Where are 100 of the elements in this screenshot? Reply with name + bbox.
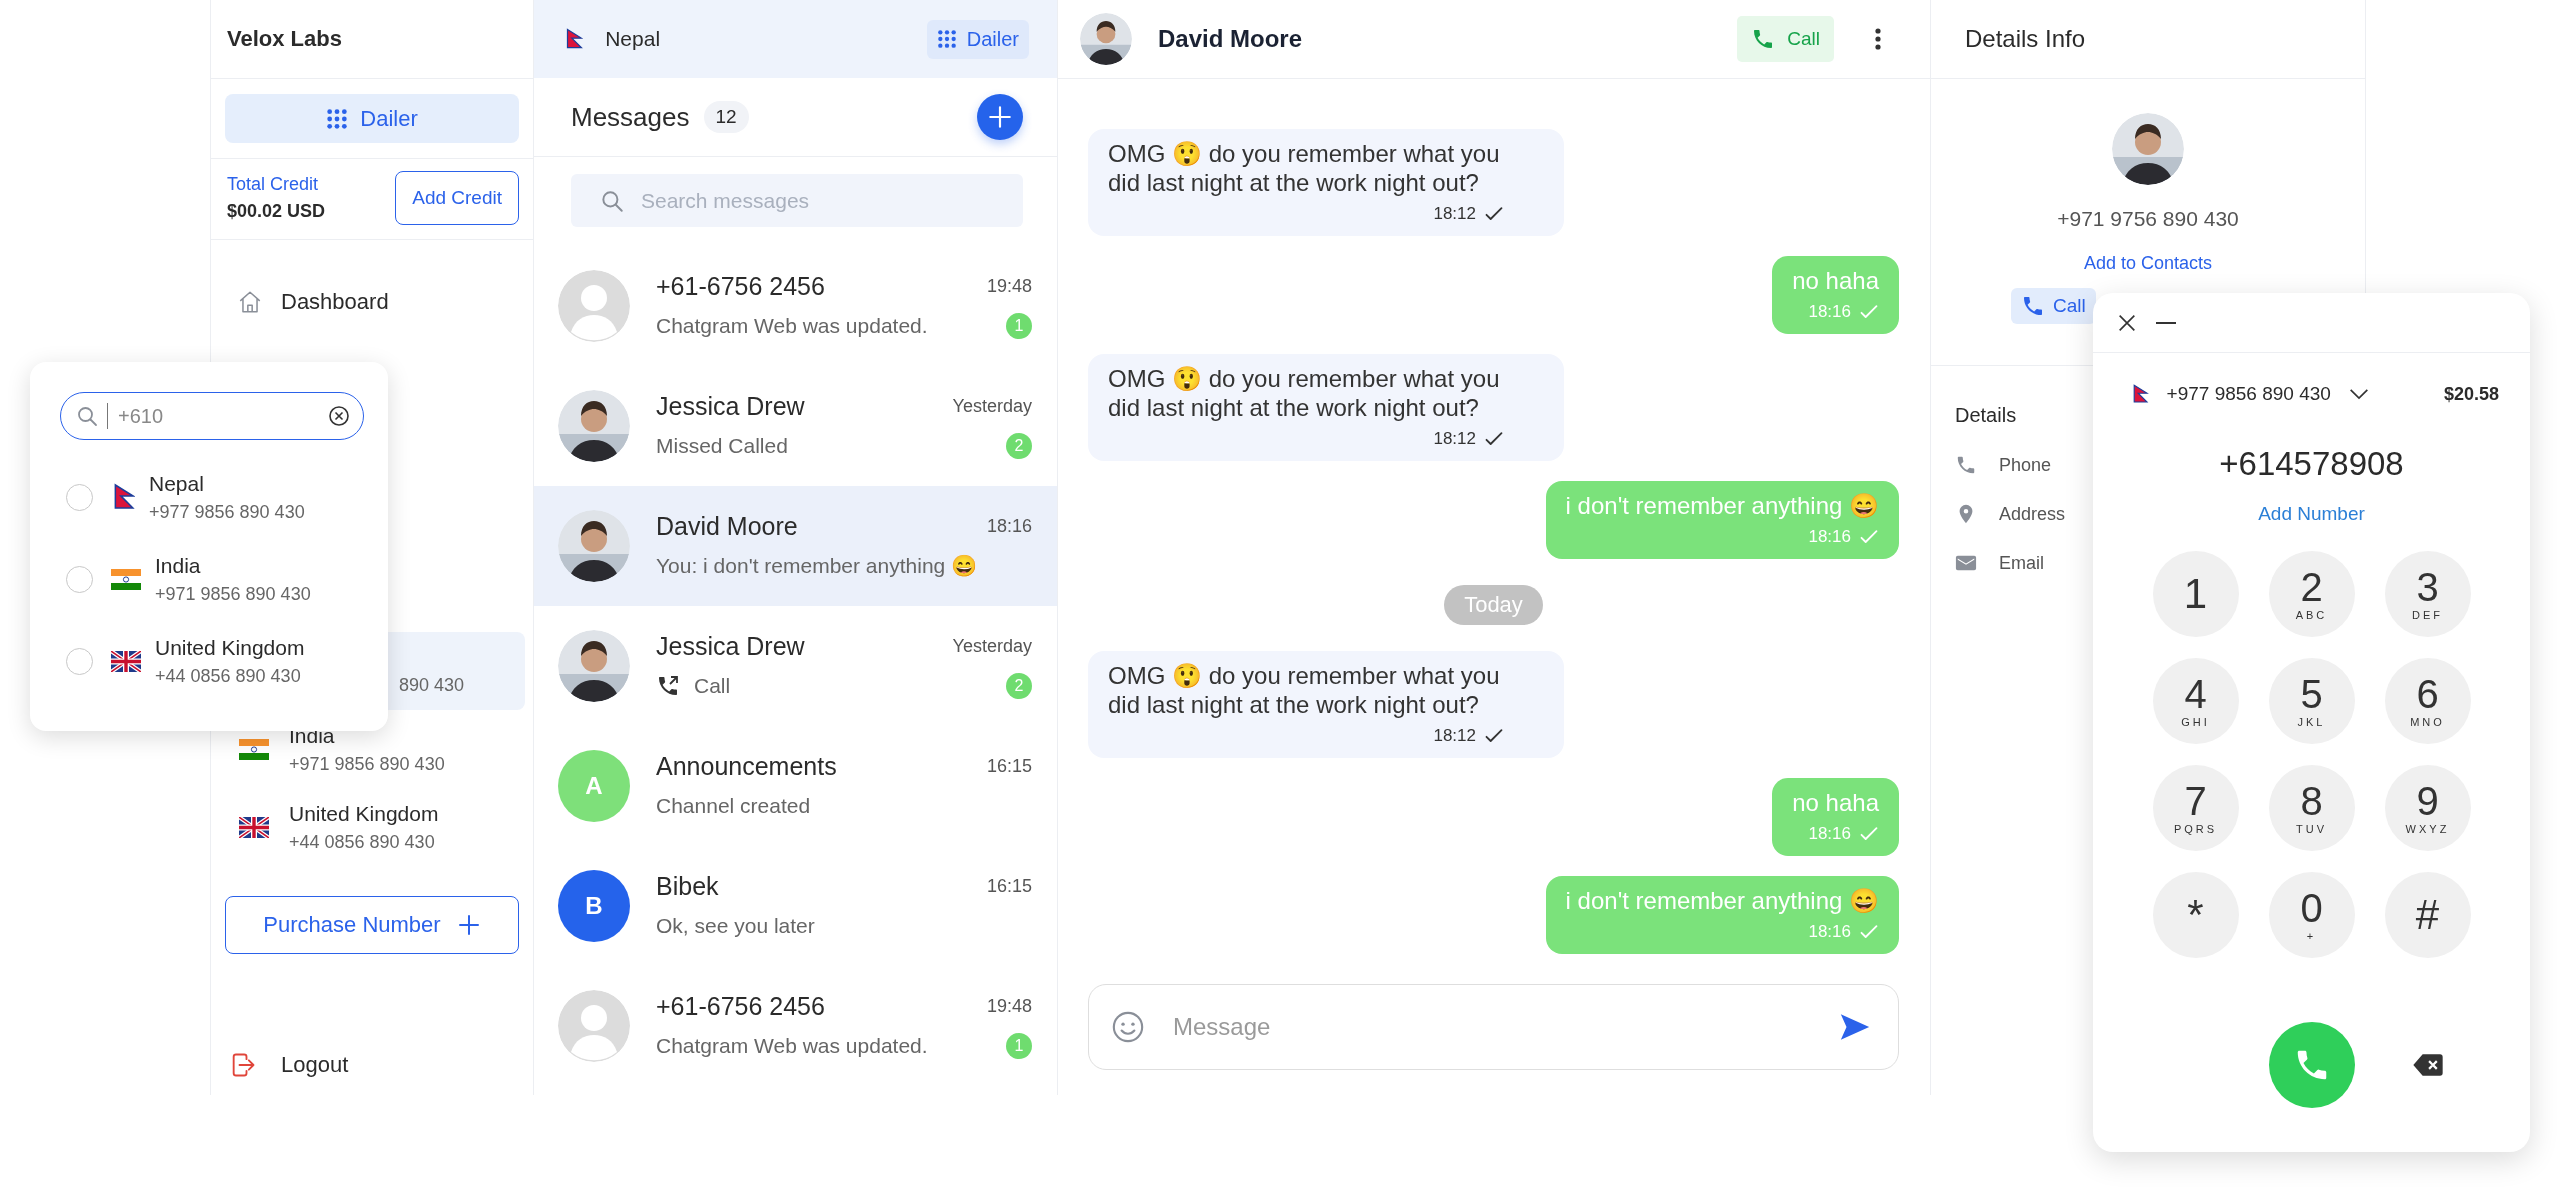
message-preview: Missed Called — [656, 434, 788, 458]
field-label: Address — [1999, 503, 2066, 525]
field-label: Email — [1999, 552, 2044, 574]
message-time: 18:16 — [1808, 526, 1851, 548]
nepal-flag-icon — [2131, 383, 2149, 405]
emoji-icon[interactable] — [1111, 1010, 1145, 1044]
number-item[interactable]: United Kingdom +44 0856 890 430 — [221, 788, 525, 866]
unread-badge: 1 — [1006, 313, 1032, 339]
dialer-button[interactable]: Dailer — [926, 19, 1029, 59]
india-flag-icon — [111, 568, 141, 590]
timestamp: 19:48 — [986, 995, 1032, 1017]
conversation-item[interactable]: +61-6756 2456 19:48 Chatgram Web was updated. 1 — [534, 966, 1057, 1086]
keypad-key[interactable]: 4 GHI — [2152, 658, 2239, 744]
avatar: B — [558, 870, 630, 942]
contact-name: Jessica Drew — [656, 391, 805, 421]
message-field[interactable]: Message — [1088, 984, 1899, 1070]
timestamp: 16:15 — [986, 755, 1032, 777]
call-button[interactable]: Call — [2011, 288, 2096, 324]
outgoing-call-icon — [656, 674, 680, 698]
conversation-item[interactable]: +61-6756 2456 19:48 Chatgram Web was updated. 1 — [534, 246, 1057, 366]
message-time: 18:16 — [1808, 301, 1851, 323]
add-credit-button[interactable]: Add Credit — [395, 171, 519, 225]
phone-number: +977 9856 890 430 — [149, 501, 305, 523]
phone-number: +971 9756 890 430 — [2057, 207, 2239, 231]
unread-badge: 1 — [1006, 1033, 1032, 1059]
dialpad-icon — [326, 107, 349, 130]
balance: $20.58 — [2443, 383, 2499, 405]
nav-item[interactable]: Dashboard — [237, 278, 533, 326]
more-icon[interactable] — [1874, 27, 1882, 51]
home-icon — [237, 289, 263, 315]
timestamp: 16:15 — [986, 875, 1032, 897]
date-divider: Today — [1444, 585, 1543, 625]
country-name: United Kingdom — [289, 801, 439, 826]
avatar: A — [558, 750, 630, 822]
brand-name: Velox Labs — [227, 26, 342, 52]
message-time: 18:16 — [1808, 921, 1851, 943]
credit-label: Total Credit — [227, 174, 320, 195]
message-text: no haha — [1792, 788, 1879, 817]
search-input[interactable]: Search messages — [639, 187, 995, 214]
logout-link[interactable]: Logout — [211, 1051, 533, 1079]
phone-icon — [2021, 294, 2045, 318]
purchase-number-button[interactable]: Purchase Number — [225, 896, 519, 954]
conversation-item[interactable]: B Bibek 16:15 Ok, see you later — [534, 846, 1057, 966]
clear-icon[interactable] — [327, 404, 351, 428]
message-text: no haha — [1792, 266, 1879, 295]
search-field[interactable]: Search messages — [571, 174, 1023, 227]
conversation-item[interactable]: A Announcements 16:15 Channel created — [534, 726, 1057, 846]
new-message-button[interactable] — [977, 94, 1023, 140]
keypad-key[interactable]: 2 ABC — [2268, 551, 2355, 637]
keypad-key[interactable]: # — [2384, 872, 2471, 958]
keypad-key[interactable]: 0 + — [2268, 872, 2355, 958]
message-input[interactable]: Message — [1171, 1012, 1812, 1042]
message-preview: Chatgram Web was updated. — [656, 314, 928, 338]
phone-icon — [1955, 454, 1977, 476]
conversation-item[interactable]: Jessica Drew Yesterday Missed Called 2 — [534, 366, 1057, 486]
message-text: i don't remember anything 😄 — [1565, 491, 1879, 520]
dialed-number: +614578908 — [2219, 445, 2404, 483]
backspace-icon[interactable] — [2411, 1053, 2444, 1077]
keypad-key[interactable]: 8 TUV — [2268, 765, 2355, 851]
credit-amount: $00.02 USD — [227, 201, 326, 222]
message-preview: Chatgram Web was updated. — [656, 1034, 928, 1058]
contact-name: +61-6756 2456 — [656, 271, 825, 301]
message-time: 18:12 — [1433, 725, 1476, 747]
keypad-key[interactable]: 1 — [2152, 551, 2239, 637]
message-text: OMG 😲 do you remember what you did last night at the work night out? — [1108, 139, 1501, 197]
contact-name: David Moore — [1158, 25, 1303, 53]
keypad-key[interactable]: 5 JKL — [2268, 658, 2355, 744]
panel-title: Messages — [571, 101, 690, 133]
dialpad-icon — [936, 29, 957, 49]
country-name: United Kingdom — [155, 635, 305, 660]
phone-number: +44 0856 890 430 — [289, 831, 436, 853]
unread-badge: 2 — [1006, 673, 1032, 699]
contact-name: Announcements — [656, 751, 837, 781]
message-preview: Call — [694, 674, 731, 698]
conversation-item[interactable]: Jessica Drew Yesterday Call 2 — [534, 606, 1057, 726]
message-time: 18:12 — [1433, 203, 1476, 225]
avatar — [558, 270, 630, 342]
country-selector[interactable]: Nepal — [564, 27, 661, 51]
keypad-key[interactable]: 6 MNO — [2384, 658, 2471, 744]
chevron-down-icon — [2348, 388, 2369, 400]
search-input[interactable]: +610 — [116, 403, 319, 429]
message-preview: You: i don't remember anything 😄 — [656, 554, 978, 578]
keypad-key[interactable]: * — [2152, 872, 2239, 958]
timestamp: Yesterday — [952, 395, 1032, 417]
dialer-button[interactable]: Dailer — [225, 94, 519, 143]
phone-number: +971 9856 890 430 — [289, 753, 445, 775]
line-selector[interactable]: +977 9856 890 430 — [2131, 383, 2369, 405]
keypad-key[interactable]: 7 PQRS — [2152, 765, 2239, 851]
keypad-key[interactable]: 3 DEF — [2384, 551, 2471, 637]
message-text: OMG 😲 do you remember what you did last night at the work night out? — [1108, 364, 1501, 422]
add-number-link[interactable]: Add Number — [2258, 503, 2365, 525]
minimize-icon[interactable] — [2154, 320, 2178, 325]
add-to-contacts-link[interactable]: Add to Contacts — [2083, 253, 2213, 274]
message-time: 18:16 — [1808, 823, 1851, 845]
keypad-key[interactable]: 9 WXYZ — [2384, 765, 2471, 851]
unread-badge: 2 — [1006, 433, 1032, 459]
phone-number: +971 9856 890 430 — [155, 583, 311, 605]
conversation-item[interactable]: David Moore 18:16 You: i don't remember anything 😄 — [534, 486, 1057, 606]
contact-name: Jessica Drew — [656, 631, 805, 661]
message-text: i don't remember anything 😄 — [1565, 886, 1879, 915]
